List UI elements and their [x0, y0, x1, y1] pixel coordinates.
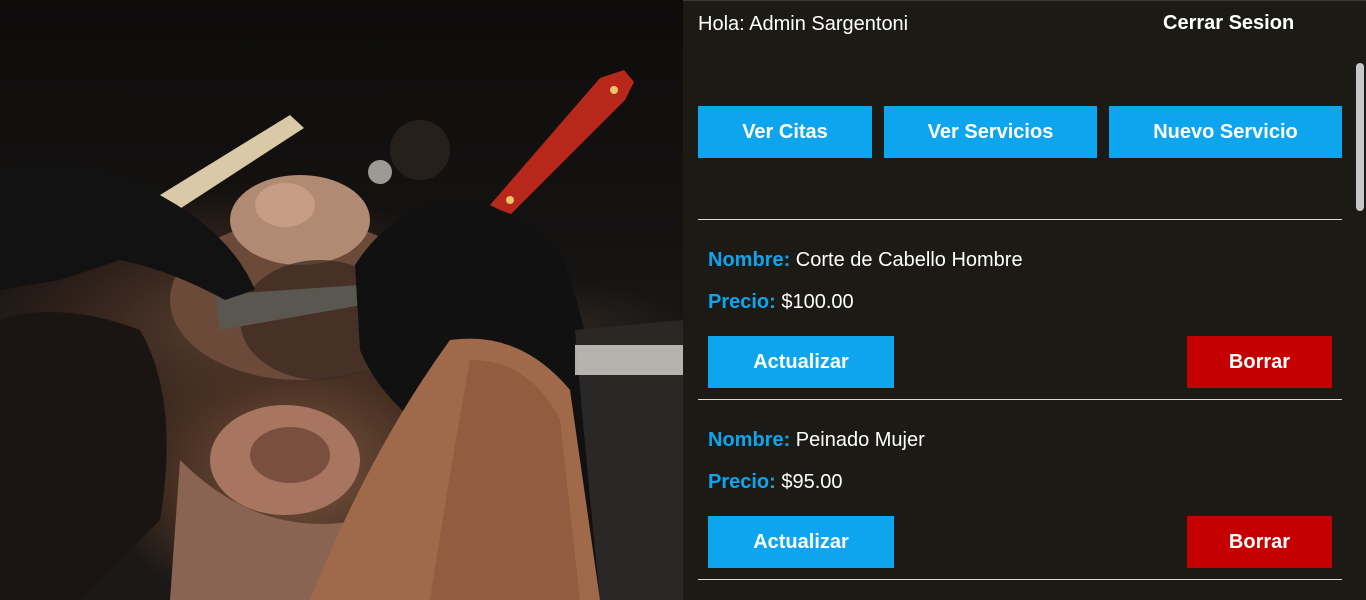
greeting-text: Hola: Admin Sargentoni	[698, 13, 909, 35]
service-name-value: Peinado Mujer	[795, 429, 925, 451]
delete-button[interactable]: Borrar	[1187, 336, 1332, 388]
service-price-value: $95.00	[781, 471, 843, 493]
scrollbar-thumb[interactable]	[1356, 63, 1364, 211]
price-label: Precio:	[708, 471, 776, 493]
admin-panel: Hola: Admin Sargentoni Cerrar Sesion Ver…	[683, 0, 1366, 600]
update-button[interactable]: Actualizar	[708, 516, 894, 568]
service-item: Nombre: Corte de Cabello Hombre Precio: …	[698, 219, 1342, 399]
update-button[interactable]: Actualizar	[708, 336, 894, 388]
barber-illustration	[0, 70, 683, 600]
service-name: Nombre: Corte de Cabello Hombre	[708, 249, 1023, 272]
name-label: Nombre:	[708, 429, 791, 451]
divider	[698, 579, 1342, 580]
price-label: Precio:	[708, 291, 776, 313]
service-name-value: Corte de Cabello Hombre	[795, 249, 1023, 271]
logout-link[interactable]: Cerrar Sesion	[1163, 12, 1294, 35]
service-price: Precio: $95.00	[708, 471, 843, 494]
service-item: Nombre: Peinado Mujer Precio: $95.00 Act…	[698, 399, 1342, 579]
service-price: Precio: $100.00	[708, 291, 854, 314]
name-label: Nombre:	[708, 249, 791, 271]
ver-servicios-button[interactable]: Ver Servicios	[884, 106, 1097, 158]
service-name: Nombre: Peinado Mujer	[708, 429, 925, 452]
nuevo-servicio-button[interactable]: Nuevo Servicio	[1109, 106, 1342, 158]
ver-citas-button[interactable]: Ver Citas	[698, 106, 872, 158]
service-price-value: $100.00	[781, 291, 854, 313]
delete-button[interactable]: Borrar	[1187, 516, 1332, 568]
barber-hero-image	[0, 0, 683, 600]
